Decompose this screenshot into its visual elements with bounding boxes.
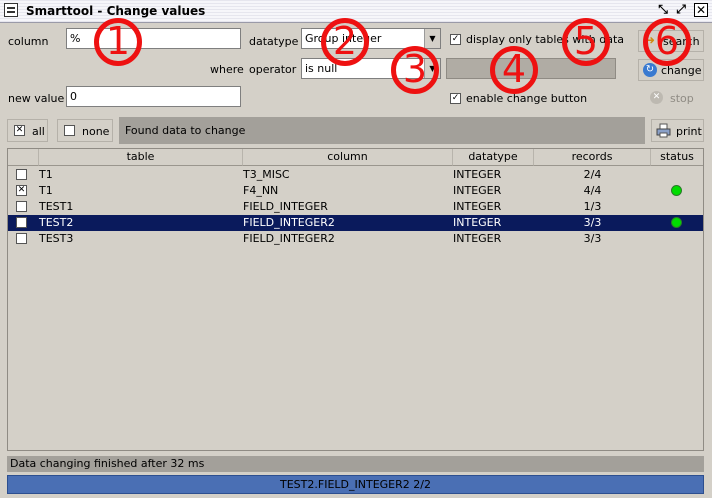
- stop-button[interactable]: ✕ stop: [650, 90, 710, 108]
- header-records[interactable]: records: [534, 149, 651, 166]
- stop-icon: ✕: [650, 91, 663, 104]
- status-ok-icon: [671, 217, 682, 228]
- row-checkbox[interactable]: ✕: [16, 185, 27, 196]
- print-button[interactable]: print: [651, 119, 704, 142]
- select-all-label: all: [32, 125, 45, 138]
- checkbox-empty-icon: [64, 125, 75, 136]
- annotation-marker-3: 3: [391, 46, 439, 94]
- app-menu-icon[interactable]: [4, 3, 18, 17]
- status-ok-icon: [671, 185, 682, 196]
- annotation-marker-2: 2: [321, 18, 369, 66]
- status-line: Data changing finished after 32 ms: [7, 456, 704, 472]
- progress-text: TEST2.FIELD_INTEGER2 2/2: [280, 478, 431, 491]
- cell-datatype: INTEGER: [453, 216, 502, 229]
- cell-table: TEST3: [39, 232, 74, 245]
- cell-records: 3/3: [583, 232, 602, 245]
- cell-table: TEST1: [39, 200, 74, 213]
- cell-table: T1: [39, 184, 53, 197]
- header-status[interactable]: status: [651, 149, 703, 166]
- cell-records: 4/4: [583, 184, 602, 197]
- datatype-label: datatype: [249, 35, 299, 48]
- column-input[interactable]: %: [66, 28, 241, 49]
- header-column[interactable]: column: [243, 149, 453, 166]
- enable-change-checkbox[interactable]: ✓: [450, 93, 461, 104]
- column-label: column: [8, 35, 49, 48]
- annotation-marker-1: 1: [94, 18, 142, 66]
- results-table[interactable]: table column datatype records status T1 T…: [7, 148, 704, 451]
- row-checkbox[interactable]: [16, 201, 27, 212]
- table-row[interactable]: TEST1 FIELD_INTEGER INTEGER 1/3: [8, 199, 703, 215]
- select-none-button[interactable]: none: [57, 119, 113, 142]
- cell-datatype: INTEGER: [453, 168, 502, 181]
- window-title: Smarttool - Change values: [26, 4, 206, 18]
- printer-icon: [656, 123, 671, 138]
- found-data-label: Found data to change: [125, 124, 246, 137]
- annotation-marker-6: 6: [643, 18, 691, 66]
- cell-datatype: INTEGER: [453, 200, 502, 213]
- operator-select-value: is null: [305, 62, 338, 75]
- row-checkbox[interactable]: [16, 233, 27, 244]
- minimize-icon[interactable]: ⤡: [656, 3, 670, 17]
- cell-column: T3_MISC: [243, 168, 290, 181]
- select-all-button[interactable]: ✕ all: [7, 119, 48, 142]
- table-row[interactable]: ✕ TEST2 FIELD_INTEGER2 INTEGER 3/3: [8, 215, 703, 231]
- cell-records: 3/3: [583, 216, 602, 229]
- cell-datatype: INTEGER: [453, 232, 502, 245]
- operator-label: operator: [249, 63, 297, 76]
- cell-datatype: INTEGER: [453, 184, 502, 197]
- annotation-marker-5: 5: [562, 18, 610, 66]
- display-only-checkbox[interactable]: ✓: [450, 34, 461, 45]
- cell-records: 2/4: [583, 168, 602, 181]
- checkbox-checked-icon: ✕: [14, 125, 25, 136]
- table-row[interactable]: TEST3 FIELD_INTEGER2 INTEGER 3/3: [8, 231, 703, 247]
- table-row[interactable]: T1 T3_MISC INTEGER 2/4: [8, 167, 703, 183]
- header-check: [8, 149, 39, 166]
- cell-records: 1/3: [583, 200, 602, 213]
- close-icon[interactable]: ✕: [694, 3, 708, 17]
- enable-change-label: enable change button: [466, 92, 588, 105]
- cell-column: FIELD_INTEGER: [243, 200, 328, 213]
- header-datatype[interactable]: datatype: [453, 149, 534, 166]
- print-button-label: print: [676, 125, 702, 138]
- new-value-input[interactable]: 0: [66, 86, 241, 107]
- cell-column: FIELD_INTEGER2: [243, 216, 335, 229]
- found-data-bar: Found data to change: [119, 117, 645, 144]
- cell-column: F4_NN: [243, 184, 279, 197]
- progress-bar: TEST2.FIELD_INTEGER2 2/2: [7, 475, 704, 494]
- cell-table: TEST2: [39, 216, 74, 229]
- where-label: where: [210, 63, 244, 76]
- table-row[interactable]: ✕ T1 F4_NN INTEGER 4/4: [8, 183, 703, 199]
- cell-table: T1: [39, 168, 53, 181]
- stop-button-label: stop: [670, 92, 694, 105]
- cell-column: FIELD_INTEGER2: [243, 232, 335, 245]
- annotation-marker-4: 4: [490, 46, 538, 94]
- row-checkbox[interactable]: [16, 169, 27, 180]
- header-table[interactable]: table: [39, 149, 243, 166]
- new-value-label: new value: [8, 92, 65, 105]
- change-cycle-icon: ↻: [643, 63, 657, 77]
- maximize-icon[interactable]: ⤢: [674, 3, 688, 17]
- row-checkbox[interactable]: ✕: [16, 217, 27, 228]
- chevron-down-icon[interactable]: ▼: [424, 29, 440, 48]
- select-none-label: none: [82, 125, 110, 138]
